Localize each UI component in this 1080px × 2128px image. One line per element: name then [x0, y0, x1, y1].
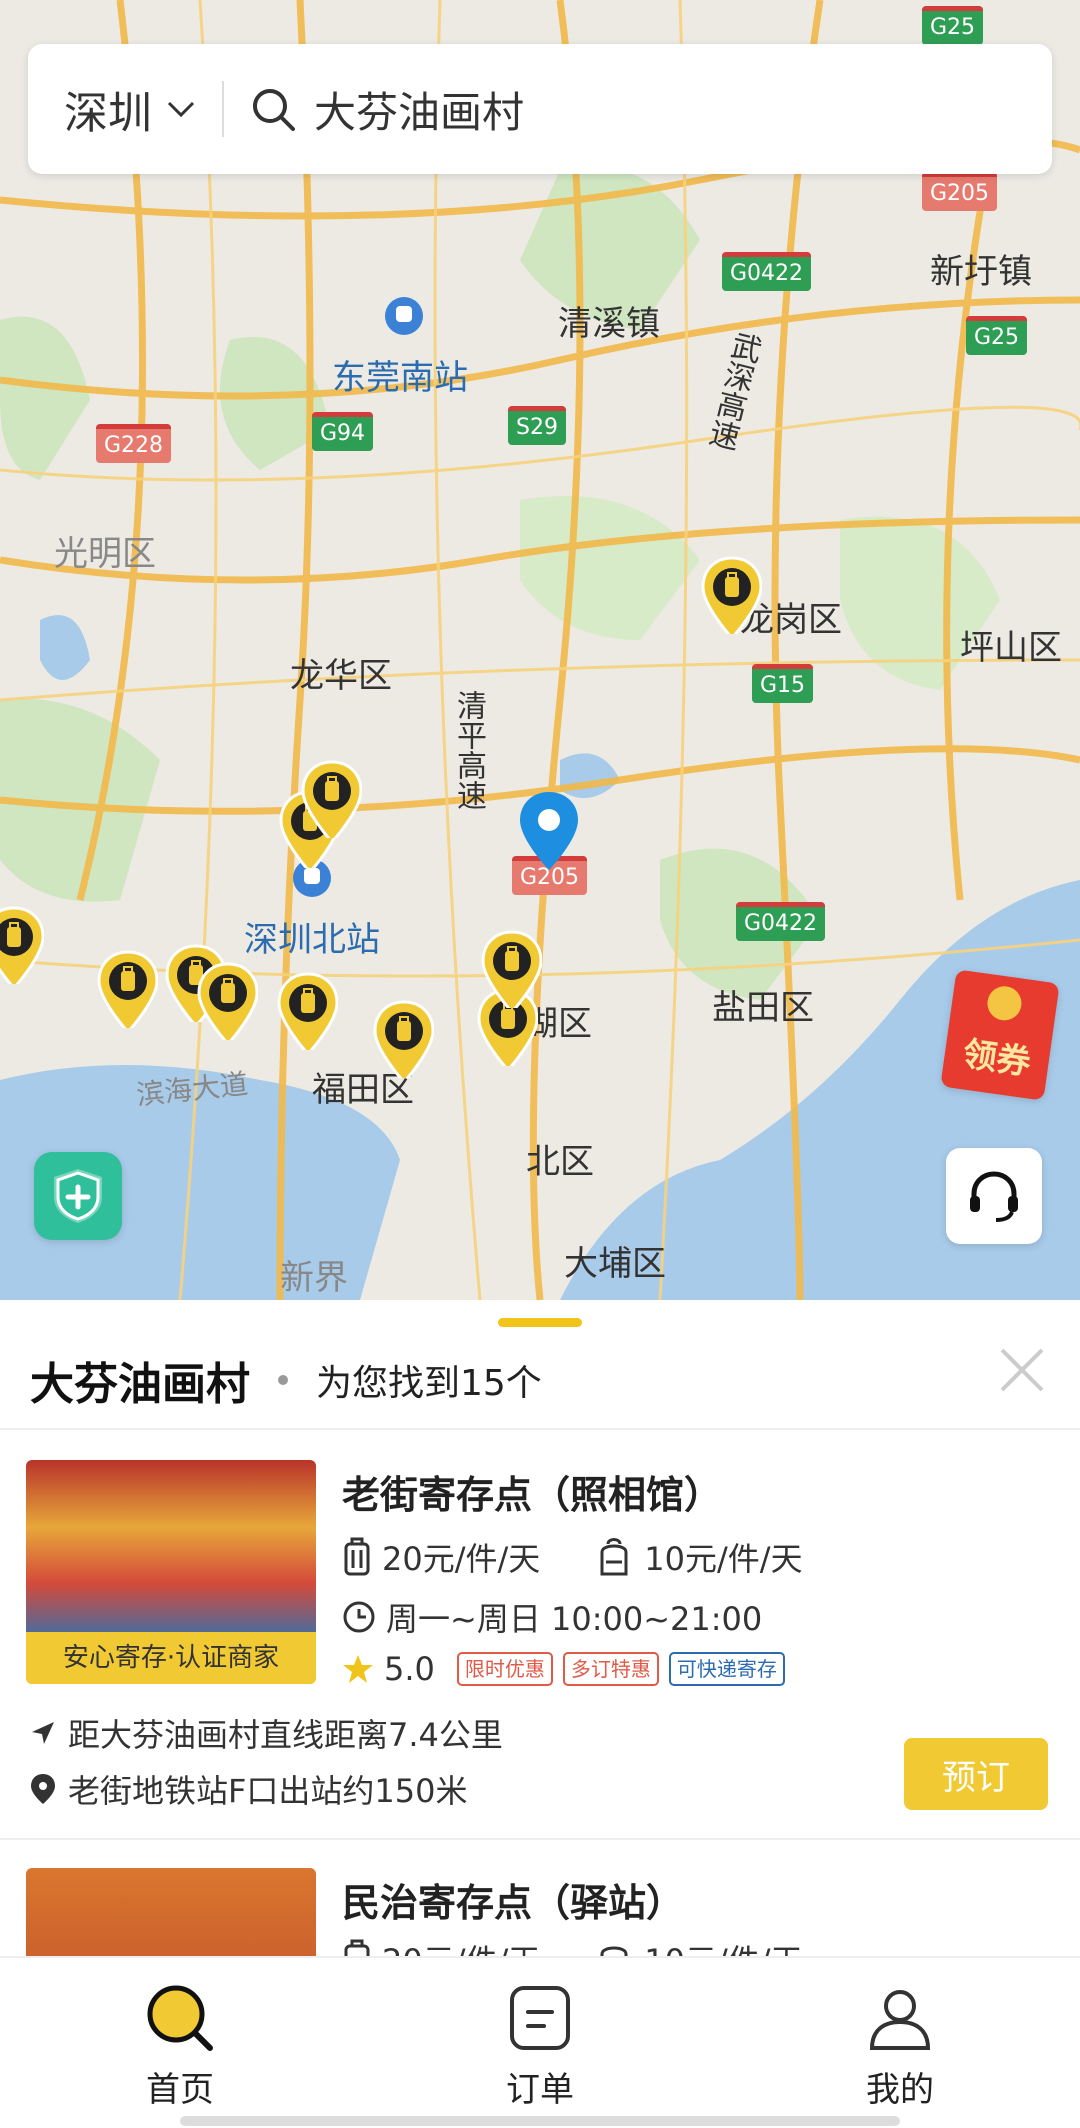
coupon-label: 领券 [960, 1033, 1034, 1083]
backpack-icon [600, 1538, 628, 1576]
price-backpack: 10元/件/天 [644, 1540, 803, 1578]
luggage-store-pin-icon[interactable] [0, 906, 44, 984]
search-icon [253, 89, 295, 131]
nav-orders-label: 订单 [506, 2070, 574, 2110]
divider [0, 1838, 1080, 1840]
coupon-button[interactable]: 领券 [940, 969, 1060, 1101]
results-sheet: 大芬油画村 为您找到15个 安心寄存·认证商家 老街寄存点（照相馆） 20元/件… [0, 1300, 1080, 1988]
map-label-xinjie: 新界 [280, 1258, 348, 1298]
highway-shield: G0422 [736, 902, 826, 941]
nav-home[interactable]: 首页 [0, 1958, 360, 2128]
close-icon[interactable] [998, 1346, 1046, 1394]
city-label: 深圳 [64, 88, 152, 139]
tag-bulk-discount: 多订特惠 [562, 1652, 659, 1686]
price-luggage: 20元/件/天 [382, 1540, 541, 1578]
luggage-store-pin-icon[interactable] [480, 930, 542, 1008]
luggage-store-pin-icon[interactable] [300, 760, 362, 838]
separator-dot [278, 1375, 288, 1385]
nav-home-label: 首页 [146, 2070, 214, 2110]
opening-hours: 周一~周日 10:00~21:00 [386, 1600, 763, 1638]
home-search-icon [147, 1985, 213, 2051]
luggage-store-pin-icon[interactable] [276, 972, 338, 1050]
rating-row: 5.0 限时优惠 多订特惠 可快递寄存 [342, 1650, 795, 1688]
map-view[interactable]: 东莞南站 清溪镇 新圩镇 光明区 龙华区 龙岗区 坪山区 深圳北站 盐田区 湖区… [0, 0, 1080, 1300]
highway-shield: G228 [96, 424, 172, 463]
luggage-store-pin-icon[interactable] [196, 962, 258, 1040]
highway-shield: G0422 [722, 252, 812, 291]
highway-shield: G15 [752, 664, 814, 703]
map-label-longhua: 龙华区 [290, 656, 392, 696]
sheet-handle[interactable] [498, 1318, 582, 1327]
tag-limited-offer: 限时优惠 [456, 1652, 553, 1686]
luggage-store-pin-icon[interactable] [372, 1000, 434, 1078]
highway-shield: G25 [922, 6, 984, 45]
home-indicator [180, 2116, 900, 2126]
city-selector[interactable]: 深圳 [64, 77, 196, 141]
shield-icon [54, 1169, 102, 1223]
results-title: 大芬油画村 [30, 1359, 250, 1410]
luggage-store-pin-icon[interactable] [96, 950, 158, 1028]
luggage-icon [344, 1537, 370, 1576]
map-label-dongguan-south: 东莞南站 [332, 358, 468, 398]
map-label-qingxi: 清溪镇 [558, 304, 660, 344]
search-input[interactable]: 大芬油画村 [314, 79, 524, 140]
location-pin-icon [520, 792, 578, 870]
address-text: 老街地铁站F口出站约150米 [68, 1772, 468, 1810]
store-name: 老街寄存点（照相馆） [342, 1473, 723, 1517]
distance-row: 距大芬油画村直线距离7.4公里 [28, 1710, 503, 1756]
map-label-dapu: 大埔区 [564, 1244, 666, 1284]
store-photo: 安心寄存·认证商家 [26, 1460, 316, 1684]
tag-express-storage: 可快递寄存 [668, 1652, 785, 1686]
train-station-icon [385, 297, 423, 335]
certified-badge: 安心寄存·认证商家 [26, 1632, 316, 1684]
results-header: 大芬油画村 为您找到15个 [30, 1348, 542, 1412]
highway-shield: S29 [508, 406, 566, 445]
divider [0, 1428, 1080, 1430]
map-label-beiqu: 北区 [526, 1142, 594, 1182]
hours-row: 周一~周日 10:00~21:00 [342, 1594, 762, 1640]
results-count: 为您找到15个 [316, 1363, 542, 1404]
store-name: 民治寄存点（驿站） [342, 1881, 685, 1925]
address-row: 老街地铁站F口出站约150米 [28, 1766, 468, 1812]
rating-value: 5.0 [384, 1650, 435, 1688]
headset-icon [970, 1171, 1018, 1222]
map-label-shenzhen-north: 深圳北站 [244, 920, 380, 960]
book-button[interactable]: 预订 [904, 1738, 1048, 1810]
coupon-coin-icon [985, 984, 1024, 1023]
nav-mine-label: 我的 [866, 2070, 934, 2110]
orders-icon [510, 1986, 570, 2050]
divider [222, 81, 224, 137]
map-label-pingshan: 坪山区 [960, 628, 1062, 668]
map-label-xinxu: 新圩镇 [930, 252, 1032, 292]
distance-text: 距大芬油画村直线距离7.4公里 [68, 1716, 503, 1754]
chevron-down-icon [167, 101, 195, 118]
clock-icon [343, 1601, 375, 1633]
bottom-nav: 首页 订单 我的 [0, 1956, 1080, 2128]
navigation-arrow-icon [32, 1722, 54, 1744]
highway-shield: G205 [922, 172, 998, 211]
location-marker-icon [31, 1774, 55, 1804]
luggage-store-pin-icon[interactable] [700, 556, 762, 634]
search-bar[interactable]: 深圳 大芬油画村 [28, 44, 1052, 174]
nav-orders[interactable]: 订单 [360, 1958, 720, 2128]
map-label-guangming: 光明区 [54, 534, 156, 574]
map-label-yantian: 盐田区 [712, 988, 814, 1028]
price-row: 20元/件/天 10元/件/天 [342, 1534, 803, 1580]
star-icon [343, 1655, 373, 1683]
highway-shield: G94 [312, 412, 374, 451]
user-icon [869, 1990, 931, 2050]
safety-button[interactable] [34, 1152, 122, 1240]
nav-mine[interactable]: 我的 [720, 1958, 1080, 2128]
map-label-qingping: 清平高速 [451, 690, 486, 810]
highway-shield: G25 [966, 316, 1028, 355]
customer-service-button[interactable] [946, 1148, 1042, 1244]
